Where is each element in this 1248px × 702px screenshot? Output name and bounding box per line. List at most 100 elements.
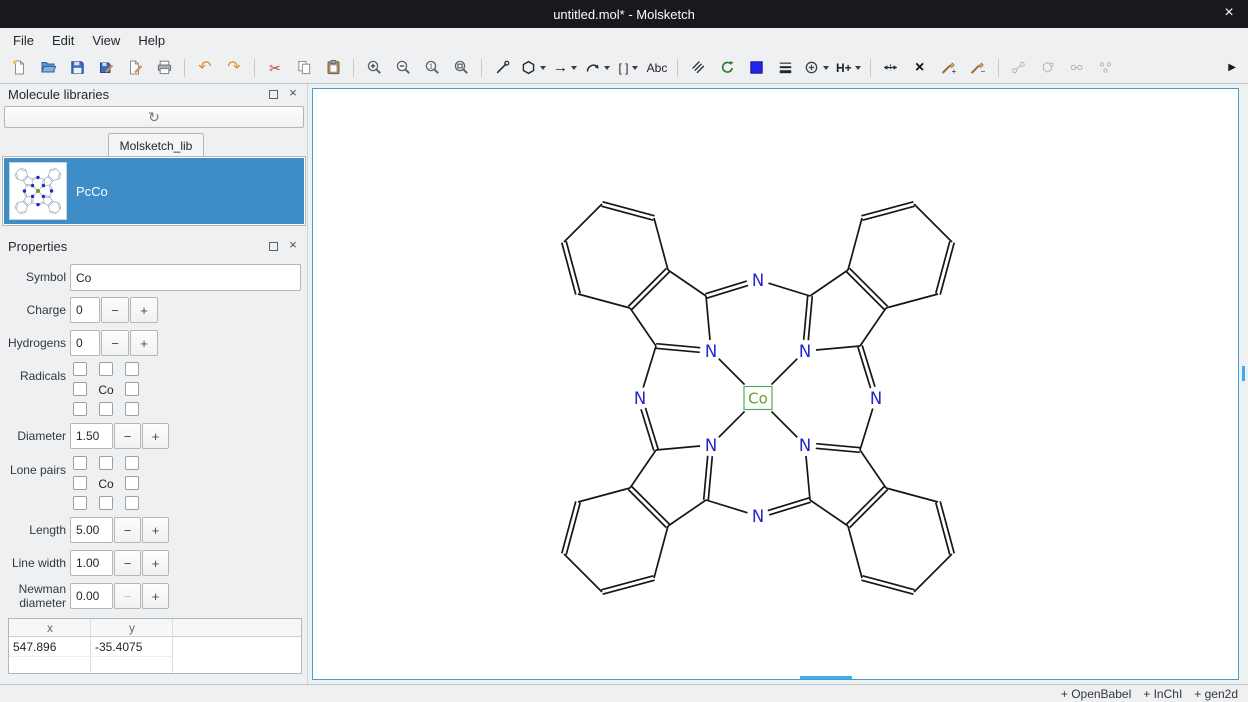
- bond-n3-q3a2[interactable]: [816, 448, 860, 452]
- bond-q4f1-q4f2[interactable]: [628, 490, 666, 528]
- bond-n4-q4a2[interactable]: [704, 456, 708, 500]
- diameter-increment-button[interactable]: +: [142, 423, 169, 449]
- toolbar-save-file[interactable]: [64, 55, 90, 81]
- toolbar-charge-tool-dropdown-arrow[interactable]: [823, 66, 829, 70]
- bond-q4c4-q4f2[interactable]: [654, 526, 668, 578]
- bond-n2-q2a1[interactable]: [816, 346, 860, 350]
- atom-m1[interactable]: N: [752, 271, 764, 290]
- properties-dock-float-icon[interactable]: [269, 242, 278, 251]
- bond-q2f1-q2c1[interactable]: [886, 294, 938, 308]
- canvas-vertical-scroll-handle[interactable]: [1242, 366, 1245, 381]
- lone-pair-checkbox-r1c0[interactable]: [73, 476, 87, 490]
- bond-co-n1[interactable]: [719, 359, 745, 385]
- toolbar-delete-tool[interactable]: ×: [907, 55, 933, 81]
- toolbar-flip-tool[interactable]: [878, 55, 904, 81]
- bond-q4c2-q4c3[interactable]: [564, 554, 602, 592]
- bond-q1a2-q1f2[interactable]: [630, 308, 656, 346]
- hydrogens-value[interactable]: 0: [70, 330, 100, 356]
- length-value[interactable]: 5.00: [70, 517, 113, 543]
- library-dock-close-button[interactable]: ×: [287, 86, 299, 100]
- charge-decrement-button[interactable]: −: [101, 297, 129, 323]
- bond-q2c4-q2f2[interactable]: [848, 218, 862, 270]
- bond-q3c4-q3f2[interactable]: [886, 488, 938, 502]
- toolbar-extension-button[interactable]: ▶: [1228, 62, 1236, 73]
- radical-checkbox-r1c0[interactable]: [73, 382, 87, 396]
- bond-q2a2-q2f2[interactable]: [810, 270, 848, 296]
- toolbar-bracket-tool-dropdown-arrow[interactable]: [632, 66, 638, 70]
- bond-q1f1-q1f2-2[interactable]: [632, 272, 670, 310]
- bond-m1-q2a2[interactable]: [769, 283, 810, 296]
- radical-checkbox-r0c1[interactable]: [99, 362, 113, 376]
- bond-n1-q1a2-2[interactable]: [656, 348, 700, 352]
- bond-n2-q2a2-2[interactable]: [804, 296, 808, 340]
- bond-q1a1-q1f1[interactable]: [668, 270, 706, 296]
- toolbar-zoom-fit[interactable]: [448, 55, 474, 81]
- bond-n1-q1a2[interactable]: [656, 344, 700, 348]
- toolbar-undo[interactable]: ↶: [192, 55, 218, 81]
- coordinate-cell-0-y[interactable]: -35.4075: [91, 637, 173, 657]
- toolbar-zoom-original[interactable]: 1: [419, 55, 445, 81]
- diameter-value[interactable]: 1.50: [70, 423, 113, 449]
- drawing-canvas[interactable]: CoNNNNNNNN: [312, 88, 1239, 680]
- properties-dock-close-button[interactable]: ×: [287, 238, 299, 252]
- radical-checkbox-r2c2[interactable]: [125, 402, 139, 416]
- toolbar-reaction-arrow-tool[interactable]: →: [551, 55, 579, 81]
- bond-n3-q3a2-2[interactable]: [816, 444, 860, 448]
- bond-n2-q2a2[interactable]: [808, 296, 812, 340]
- line-width-decrement-button[interactable]: −: [114, 550, 141, 576]
- canvas-horizontal-scroll-handle[interactable]: [800, 676, 852, 679]
- charge-increment-button[interactable]: +: [130, 297, 158, 323]
- bond-q4f1-q4c1[interactable]: [578, 488, 630, 502]
- toolbar-text-tool[interactable]: Abc: [644, 55, 670, 81]
- bond-q2c2-q2c3[interactable]: [914, 204, 952, 242]
- bond-q2f1-q2f2-2[interactable]: [846, 272, 884, 310]
- atom-n2[interactable]: N: [799, 342, 811, 361]
- radical-checkbox-r2c1[interactable]: [99, 402, 113, 416]
- lone-pair-checkbox-r0c1[interactable]: [99, 456, 113, 470]
- library-refresh-button[interactable]: ↻: [4, 106, 304, 128]
- bond-q3a2-q3f2[interactable]: [860, 450, 886, 488]
- atom-co[interactable]: Co: [748, 389, 768, 407]
- bond-q3f1-q3f2-2[interactable]: [846, 486, 884, 524]
- toolbar-ring-tool[interactable]: [518, 55, 548, 81]
- molecule-drawing[interactable]: CoNNNNNNNN: [313, 89, 1238, 679]
- toolbar-new-file[interactable]: [6, 55, 32, 81]
- lone-pair-checkbox-r0c2[interactable]: [125, 456, 139, 470]
- atom-n3[interactable]: N: [799, 436, 811, 455]
- toolbar-hash-bond-tool[interactable]: [685, 55, 711, 81]
- atom-m4[interactable]: N: [634, 389, 646, 408]
- bond-m2-q3a2[interactable]: [860, 409, 873, 450]
- bond-q3c2-q3c3[interactable]: [914, 554, 952, 592]
- bond-co-n2[interactable]: [771, 359, 797, 385]
- toolbar-paste[interactable]: [320, 55, 346, 81]
- bond-n4-q4a2-2[interactable]: [708, 456, 712, 500]
- bond-q1c2-q1c3[interactable]: [564, 204, 602, 242]
- menu-edit[interactable]: Edit: [43, 30, 83, 51]
- toolbar-open-file[interactable]: [35, 55, 61, 81]
- bond-q2a1-q2f1[interactable]: [860, 308, 886, 346]
- bond-co-n3[interactable]: [771, 411, 797, 437]
- bond-q3a1-q3f1[interactable]: [810, 500, 848, 526]
- toolbar-bracket-tool[interactable]: [ ]: [615, 55, 641, 81]
- menu-help[interactable]: Help: [129, 30, 174, 51]
- toolbar-zoom-out[interactable]: [390, 55, 416, 81]
- bond-q3f1-q3f2[interactable]: [850, 490, 888, 528]
- toolbar-save-as[interactable]: [93, 55, 119, 81]
- hydrogens-decrement-button[interactable]: −: [101, 330, 129, 356]
- toolbar-rotate-tool[interactable]: [714, 55, 740, 81]
- toolbar-copy[interactable]: [291, 55, 317, 81]
- toolbar-line-width-tool[interactable]: [772, 55, 798, 81]
- toolbar-redo[interactable]: ↷: [221, 55, 247, 81]
- charge-value[interactable]: 0: [70, 297, 100, 323]
- toolbar-mechanism-arrow-tool[interactable]: [582, 55, 612, 81]
- window-close-button[interactable]: ×: [1220, 4, 1238, 22]
- length-decrement-button[interactable]: −: [114, 517, 141, 543]
- toolbar-hydrogen-tool-dropdown-arrow[interactable]: [855, 66, 861, 70]
- hydrogens-increment-button[interactable]: +: [130, 330, 158, 356]
- bond-q4a2-q4f2[interactable]: [668, 500, 706, 526]
- newman-diameter-value[interactable]: 0.00: [70, 583, 113, 609]
- toolbar-export[interactable]: [122, 55, 148, 81]
- newman-increment-button[interactable]: +: [142, 583, 169, 609]
- bond-q4f1-q4f2-2[interactable]: [632, 486, 670, 524]
- lone-pair-checkbox-r0c0[interactable]: [73, 456, 87, 470]
